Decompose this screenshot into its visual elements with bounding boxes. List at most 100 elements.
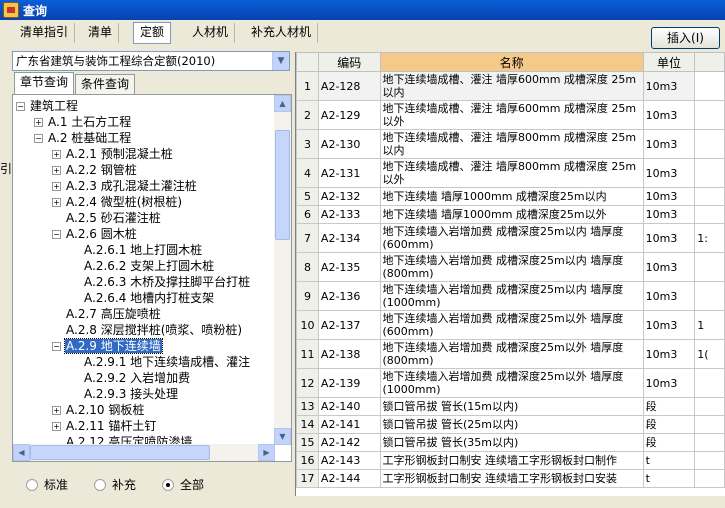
tree-node[interactable]: A.2.7 高压旋喷桩 — [65, 306, 162, 322]
expand-icon[interactable]: + — [52, 182, 61, 191]
tree-node[interactable]: + A.2.10 钢板桩 — [52, 402, 145, 418]
cell-extra — [694, 281, 725, 311]
quota-table: 编码 名称 单位 1 A2-128 地下连续墙成槽、灌注 墙厚600mm 成槽深度 … — [296, 52, 725, 488]
tree-node[interactable]: A.2.8 深层搅拌桩(喷浆、喷粉桩) — [65, 322, 243, 338]
tree-node[interactable]: + A.1 土石方工程 — [34, 114, 132, 130]
tree-node[interactable]: − A.2.6 圆木桩 — [52, 226, 138, 242]
expand-icon[interactable]: + — [52, 422, 61, 431]
tree-node-label: A.2.9 地下连续墙 — [64, 338, 163, 354]
tab-quota[interactable]: 定额 — [133, 22, 172, 44]
cell-name: 地下连续墙入岩增加费 成槽深度25m以内 墙厚度(800mm) — [379, 252, 644, 282]
radio-label: 标准 — [44, 478, 69, 492]
tab-chapter-search[interactable]: 章节查询 — [14, 72, 75, 94]
collapse-icon[interactable]: − — [16, 102, 25, 111]
table-row[interactable]: 14 A2-141 锁口管吊拔 管长(25m以内) 段 — [296, 415, 725, 434]
tree-node[interactable]: A.2.5 砂石灌注桩 — [65, 210, 162, 226]
radio-standard[interactable]: 标准 — [26, 476, 68, 493]
expand-icon[interactable]: + — [52, 198, 61, 207]
collapse-icon[interactable]: − — [52, 230, 61, 239]
scroll-down-icon[interactable]: ▼ — [274, 428, 291, 445]
tree-node-label: A.2.6 圆木桩 — [66, 227, 137, 241]
table-row[interactable]: 5 A2-132 地下连续墙 墙厚1000mm 成槽深度25m以内 10m3 — [296, 187, 725, 206]
tree-node[interactable]: A.2.6.4 地槽内打桩支架 — [83, 290, 215, 306]
hscroll-thumb[interactable] — [30, 445, 210, 460]
table-row[interactable]: 10 A2-137 地下连续墙入岩增加费 成槽深度25m以外 墙厚度(600mm) 1… — [296, 310, 725, 340]
cell-unit: 10m3 — [642, 223, 696, 253]
tab-bill[interactable]: 清单 — [82, 23, 120, 43]
scroll-up-icon[interactable]: ▲ — [274, 95, 291, 112]
table-row[interactable]: 1 A2-128 地下连续墙成槽、灌注 墙厚600mm 成槽深度 25m以内 10m3 — [296, 71, 725, 101]
expand-icon[interactable]: + — [52, 150, 61, 159]
row-number: 8 — [296, 252, 319, 282]
tab-bill-guide[interactable]: 清单指引 — [14, 23, 76, 43]
expand-icon[interactable]: + — [52, 406, 61, 415]
header-name[interactable]: 名称 — [379, 52, 644, 72]
radio-circle-icon[interactable] — [94, 478, 107, 491]
table-row[interactable]: 8 A2-135 地下连续墙入岩增加费 成槽深度25m以内 墙厚度(800mm) 10… — [296, 252, 725, 282]
cell-unit: 段 — [642, 397, 696, 416]
scroll-thumb[interactable] — [275, 130, 290, 240]
insert-button[interactable]: 插入(I) — [651, 27, 720, 49]
cell-code: A2-129 — [317, 100, 381, 130]
cell-unit: 10m3 — [642, 310, 696, 340]
tree-node-label: A.2.6.2 支架上打圆木桩 — [84, 259, 215, 273]
tree-node[interactable]: A.2.9.3 接头处理 — [83, 386, 179, 402]
table-row[interactable]: 2 A2-129 地下连续墙成槽、灌注 墙厚600mm 成槽深度 25m以外 10m3 — [296, 100, 725, 130]
tree-node-label: A.2.10 钢板桩 — [66, 403, 145, 417]
cell-code: A2-128 — [317, 71, 381, 101]
table-row[interactable]: 11 A2-138 地下连续墙入岩增加费 成槽深度25m以外 墙厚度(800mm) 1… — [296, 339, 725, 369]
tree-node[interactable]: + A.2.4 微型桩(树根桩) — [52, 194, 183, 210]
tree-node[interactable]: A.2.6.3 木桥及撑拄脚平台打桩 — [83, 274, 251, 290]
chevron-down-icon[interactable]: ▼ — [272, 52, 289, 70]
tree-node[interactable]: + A.2.3 成孔混凝土灌注桩 — [52, 178, 198, 194]
collapse-icon[interactable]: − — [52, 342, 61, 351]
table-row[interactable]: 4 A2-131 地下连续墙成槽、灌注 墙厚800mm 成槽深度 25m以外 10m3 — [296, 158, 725, 188]
table-row[interactable]: 3 A2-130 地下连续墙成槽、灌注 墙厚800mm 成槽深度 25m以内 10m3 — [296, 129, 725, 159]
quota-library-value: 广东省建筑与装饰工程综合定额(2010) — [16, 54, 216, 68]
table-row[interactable]: 9 A2-136 地下连续墙入岩增加费 成槽深度25m以内 墙厚度(1000mm) 1… — [296, 281, 725, 311]
tab-labor-material[interactable]: 人材机 — [186, 23, 236, 43]
table-row[interactable]: 15 A2-142 锁口管吊拔 管长(35m以内) 段 — [296, 433, 725, 452]
tree-node[interactable]: + A.2.11 锚杆土钉 — [52, 418, 157, 434]
tab-condition-search[interactable]: 条件查询 — [75, 74, 136, 94]
quota-library-select[interactable]: 广东省建筑与装饰工程综合定额(2010) ▼ — [12, 51, 290, 71]
tree-node[interactable]: − A.2 桩基础工程 — [34, 130, 132, 146]
tree-node[interactable]: A.2.6.2 支架上打圆木桩 — [83, 258, 215, 274]
radio-all[interactable]: 全部 — [162, 476, 204, 493]
expand-icon[interactable]: + — [34, 118, 43, 127]
scroll-right-icon[interactable]: ▶ — [258, 444, 275, 461]
header-code[interactable]: 编码 — [317, 52, 381, 72]
collapse-icon[interactable]: − — [34, 134, 43, 143]
radio-circle-icon[interactable] — [26, 478, 38, 491]
table-row[interactable]: 7 A2-134 地下连续墙入岩增加费 成槽深度25m以内 墙厚度(600mm) 10… — [296, 223, 725, 253]
tree-node-label: A.2.5 砂石灌注桩 — [66, 211, 161, 225]
cell-name: 地下连续墙成槽、灌注 墙厚600mm 成槽深度 25m以内 — [379, 71, 644, 101]
filter-radio-group: 标准 补充 全部 — [26, 476, 204, 493]
tree-horizontal-scrollbar[interactable]: ◀ ▶ — [13, 444, 275, 461]
tree-node[interactable]: + A.2.1 预制混凝土桩 — [52, 146, 174, 162]
tree-node[interactable]: − A.2.9 地下连续墙 — [52, 338, 163, 354]
tree-node[interactable]: − 建筑工程 — [16, 98, 79, 114]
row-number: 17 — [296, 469, 319, 488]
table-row[interactable]: 17 A2-144 工字形钢板封口制安 连续墙工字形钢板封口安装 t — [296, 469, 725, 488]
scroll-left-icon[interactable]: ◀ — [13, 444, 30, 461]
tree-node[interactable]: A.2.9.2 入岩增加费 — [83, 370, 191, 386]
radio-supplement[interactable]: 补充 — [94, 476, 136, 493]
tree-node[interactable]: A.2.9.1 地下连续墙成槽、灌注 — [83, 354, 251, 370]
tree-node[interactable]: A.2.6.1 地上打圆木桩 — [83, 242, 203, 258]
tab-supplement-labor-material[interactable]: 补充人材机 — [245, 23, 319, 43]
cell-unit: 10m3 — [642, 129, 696, 159]
tree-vertical-scrollbar[interactable]: ▲ ▼ — [274, 95, 291, 445]
cell-name: 地下连续墙成槽、灌注 墙厚600mm 成槽深度 25m以外 — [379, 100, 644, 130]
table-row[interactable]: 6 A2-133 地下连续墙 墙厚1000mm 成槽深度25m以外 10m3 — [296, 205, 725, 224]
header-unit[interactable]: 单位 — [642, 52, 696, 72]
header-extra[interactable] — [694, 52, 725, 72]
tree-node-label: A.2.8 深层搅拌桩(喷浆、喷粉桩) — [66, 323, 243, 337]
expand-icon[interactable]: + — [52, 166, 61, 175]
tree-node[interactable]: + A.2.2 钢管桩 — [52, 162, 138, 178]
radio-circle-icon[interactable] — [162, 478, 175, 491]
table-row[interactable]: 16 A2-143 工字形钢板封口制安 连续墙工字形钢板封口制作 t — [296, 451, 725, 470]
cell-extra — [694, 129, 725, 159]
table-row[interactable]: 13 A2-140 锁口管吊拔 管长(15m以内) 段 — [296, 397, 725, 416]
table-row[interactable]: 12 A2-139 地下连续墙入岩增加费 成槽深度25m以外 墙厚度(1000mm)… — [296, 368, 725, 398]
